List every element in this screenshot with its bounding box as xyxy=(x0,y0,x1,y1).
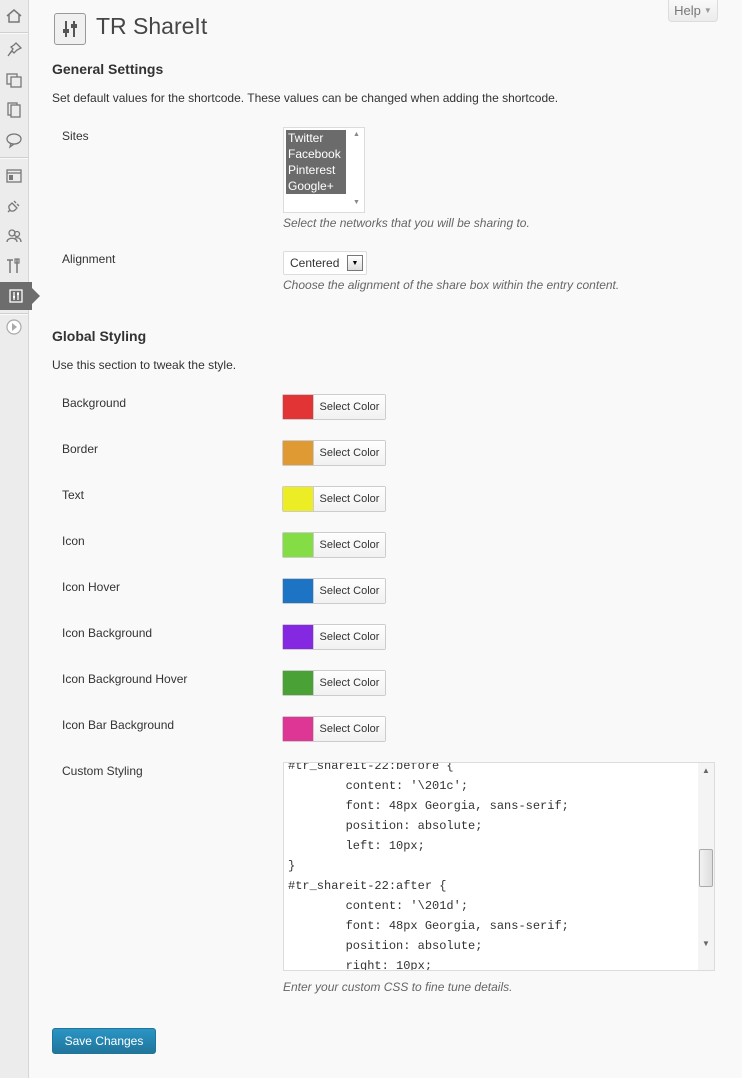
icon-color-picker[interactable]: Select Color xyxy=(282,532,386,558)
settings-icon[interactable] xyxy=(0,282,40,310)
icon-hover-color-picker[interactable]: Select Color xyxy=(282,578,386,604)
alignment-hint: Choose the alignment of the share box wi… xyxy=(283,278,620,292)
icon-background-color-label: Icon Background xyxy=(62,626,153,640)
scroll-up-icon[interactable]: ▲ xyxy=(353,131,360,138)
dashboard-icon[interactable] xyxy=(0,2,28,30)
custom-css-textarea[interactable]: #tr_shareit-22:before { content: '\201c'… xyxy=(283,762,715,971)
sites-scrollbar[interactable]: ▲ ▼ xyxy=(350,128,364,212)
global-styling-heading: Global Styling xyxy=(52,328,147,344)
select-color-button[interactable]: Select Color xyxy=(314,671,385,695)
select-color-button[interactable]: Select Color xyxy=(314,441,385,465)
tools-icon[interactable] xyxy=(0,252,28,280)
icon-background-color-picker[interactable]: Select Color xyxy=(282,624,386,650)
page-title: TR ShareIt xyxy=(96,13,208,39)
icon-background-hover-color-label: Icon Background Hover xyxy=(62,672,188,686)
background-color-picker[interactable]: Select Color xyxy=(282,394,386,420)
collapse-menu-icon[interactable] xyxy=(0,313,28,341)
sites-option-pinterest[interactable]: Pinterest xyxy=(286,162,346,178)
scroll-down-icon[interactable]: ▼ xyxy=(702,939,710,948)
icon-bar-background-color-label: Icon Bar Background xyxy=(62,718,175,732)
text-color-label: Text xyxy=(62,488,85,502)
select-color-button[interactable]: Select Color xyxy=(314,487,385,511)
alignment-select[interactable]: Centered ▼ xyxy=(283,251,367,275)
alignment-label: Alignment xyxy=(62,252,116,266)
pages-icon[interactable] xyxy=(0,96,28,124)
border-color-label: Border xyxy=(62,442,99,456)
sites-hint: Select the networks that you will be sha… xyxy=(283,216,530,230)
text-color-picker[interactable]: Select Color xyxy=(282,486,386,512)
select-color-button[interactable]: Select Color xyxy=(314,717,385,741)
global-styling-description: Use this section to tweak the style. xyxy=(52,358,237,372)
icon-bar-background-color-picker[interactable]: Select Color xyxy=(282,716,386,742)
icon-background-color-swatch[interactable] xyxy=(283,625,314,649)
chevron-down-icon[interactable]: ▼ xyxy=(347,255,363,271)
border-color-swatch[interactable] xyxy=(283,441,314,465)
general-settings-heading: General Settings xyxy=(52,61,164,77)
appearance-icon[interactable] xyxy=(0,162,28,190)
custom-styling-label: Custom Styling xyxy=(62,764,143,778)
sites-label: Sites xyxy=(62,129,89,143)
scroll-up-icon[interactable]: ▲ xyxy=(702,766,710,775)
border-color-picker[interactable]: Select Color xyxy=(282,440,386,466)
general-settings-description: Set default values for the shortcode. Th… xyxy=(52,91,559,105)
save-changes-button[interactable]: Save Changes xyxy=(52,1028,156,1054)
sites-multiselect[interactable]: Twitter Facebook Pinterest Google+ ▲ ▼ xyxy=(283,127,365,213)
scroll-thumb[interactable] xyxy=(699,849,713,887)
icon-hover-color-label: Icon Hover xyxy=(62,580,121,594)
help-button[interactable]: Help ▼ xyxy=(668,0,718,22)
media-icon[interactable] xyxy=(0,66,28,94)
icon-color-label: Icon xyxy=(62,534,85,548)
pin-icon[interactable] xyxy=(0,36,28,64)
background-color-label: Background xyxy=(62,396,127,410)
custom-css-scrollbar[interactable]: ▲ ▼ xyxy=(698,763,714,970)
icon-background-hover-color-swatch[interactable] xyxy=(283,671,314,695)
comments-icon[interactable] xyxy=(0,126,28,154)
caret-down-icon: ▼ xyxy=(703,6,712,15)
text-color-swatch[interactable] xyxy=(283,487,314,511)
alignment-value: Centered xyxy=(290,256,340,270)
select-color-button[interactable]: Select Color xyxy=(314,533,385,557)
sites-option-googleplus[interactable]: Google+ xyxy=(286,178,346,194)
settings-page-icon xyxy=(54,13,86,45)
background-color-swatch[interactable] xyxy=(283,395,314,419)
admin-sidebar xyxy=(0,0,40,1078)
custom-styling-hint: Enter your custom CSS to fine tune detai… xyxy=(283,980,513,994)
icon-background-hover-color-picker[interactable]: Select Color xyxy=(282,670,386,696)
sites-option-twitter[interactable]: Twitter xyxy=(286,130,346,146)
select-color-button[interactable]: Select Color xyxy=(314,579,385,603)
select-color-button[interactable]: Select Color xyxy=(314,395,385,419)
custom-css-code[interactable]: #tr_shareit-22:before { content: '\201c'… xyxy=(284,763,569,970)
icon-color-swatch[interactable] xyxy=(283,533,314,557)
icon-bar-background-color-swatch[interactable] xyxy=(283,717,314,741)
users-icon[interactable] xyxy=(0,222,28,250)
icon-hover-color-swatch[interactable] xyxy=(283,579,314,603)
select-color-button[interactable]: Select Color xyxy=(314,625,385,649)
sites-option-facebook[interactable]: Facebook xyxy=(286,146,346,162)
scroll-down-icon[interactable]: ▼ xyxy=(353,199,360,206)
help-label: Help xyxy=(674,3,701,18)
plugins-icon[interactable] xyxy=(0,192,28,220)
